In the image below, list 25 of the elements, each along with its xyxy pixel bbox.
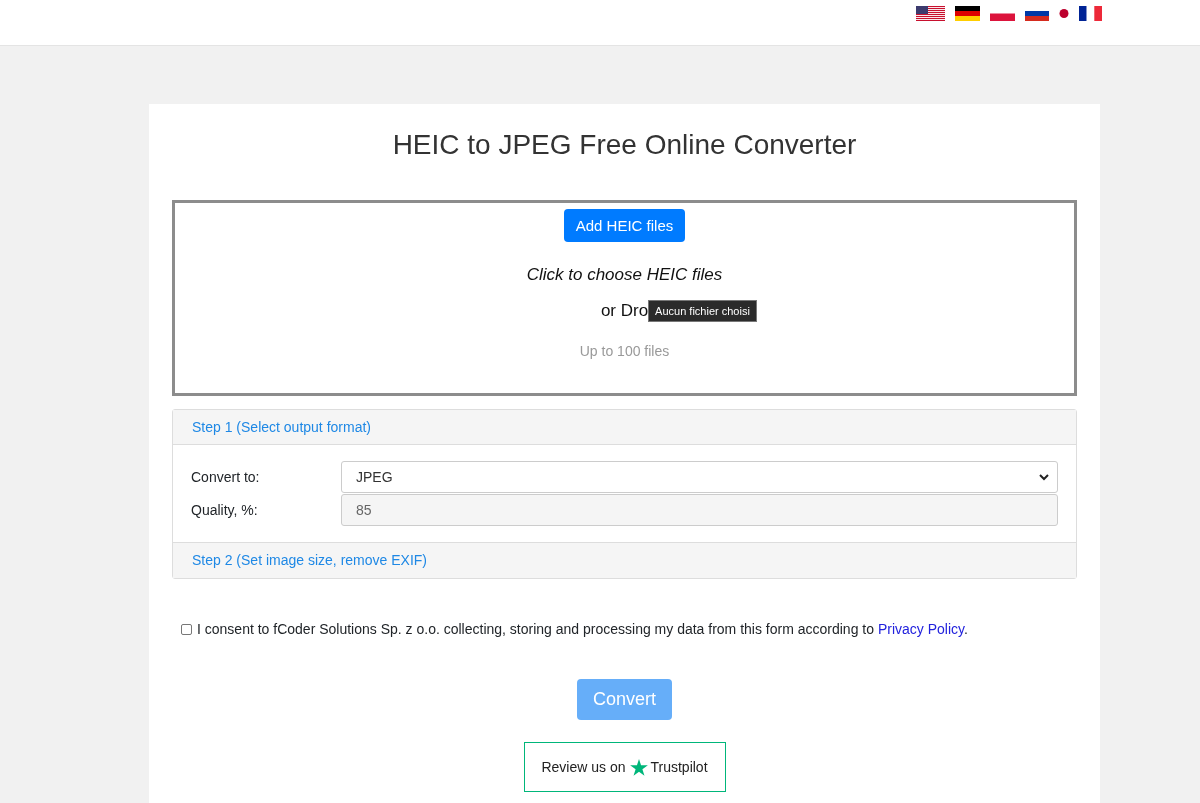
japanese-flag-icon[interactable] xyxy=(1059,6,1069,21)
trustpilot-review-button[interactable]: Review us on Trustpilot xyxy=(523,742,726,792)
step-header[interactable]: Step 2 (Set image size, remove EXIF) xyxy=(173,543,1076,578)
star-icon xyxy=(630,758,649,776)
page-title: HEIC to JPEG Free Online Converter xyxy=(391,128,858,162)
chevron-down-icon xyxy=(1039,473,1049,481)
field-label: Convert to: xyxy=(191,469,261,485)
choose-files-hint: Click to choose HEIC files xyxy=(526,265,723,285)
us-flag-icon[interactable] xyxy=(916,6,945,21)
quality-input-field[interactable]: 85 xyxy=(341,494,1058,526)
tooltip: Aucun fichier choisi xyxy=(648,300,757,322)
file-drop-zone[interactable]: Add HEIC files Click to choose HEIC files or Dro Aucun fichier choisi Up to 100 files xyxy=(172,200,1077,396)
trustpilot-wordmark: Trustpilot xyxy=(650,759,708,775)
drop-text: or Dro xyxy=(600,301,649,320)
file-limit-text: Up to 100 files xyxy=(579,343,670,359)
german-flag-icon[interactable] xyxy=(955,6,980,21)
consent-text: I consent to fCoder Solutions Sp. z o.o. collecting, storing and processing my data from this form according to Privacy Policy. xyxy=(197,621,968,637)
consent-checkbox[interactable] xyxy=(181,623,192,635)
privacy-policy-link[interactable]: Privacy Policy xyxy=(877,621,964,637)
format-select[interactable]: JPEG xyxy=(341,461,1058,493)
field-label: Quality, %: xyxy=(191,502,259,518)
add-files-button[interactable]: Add HEIC files xyxy=(563,209,686,242)
step-header[interactable]: Step 1 (Select output format) xyxy=(173,410,1076,445)
review-text: Review us on xyxy=(541,759,626,775)
french-flag-icon[interactable] xyxy=(1079,6,1102,21)
